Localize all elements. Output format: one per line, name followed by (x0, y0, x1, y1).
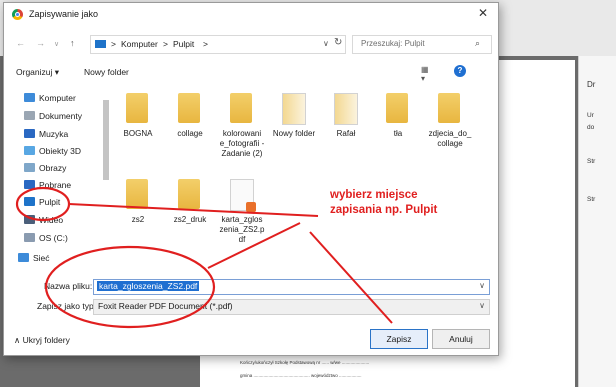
annotation-arrow-to-pulpit (68, 203, 319, 217)
annotation-circle-filename (44, 245, 216, 329)
annotation-circle-pulpit (15, 186, 71, 222)
annotation-text: wybierz miejsce zapisania np. Pulpit (330, 189, 438, 216)
annotation-arrow-to-save (309, 231, 393, 324)
annotation-overlay (15, 186, 393, 329)
annotation-arrow-to-filename (207, 222, 301, 269)
